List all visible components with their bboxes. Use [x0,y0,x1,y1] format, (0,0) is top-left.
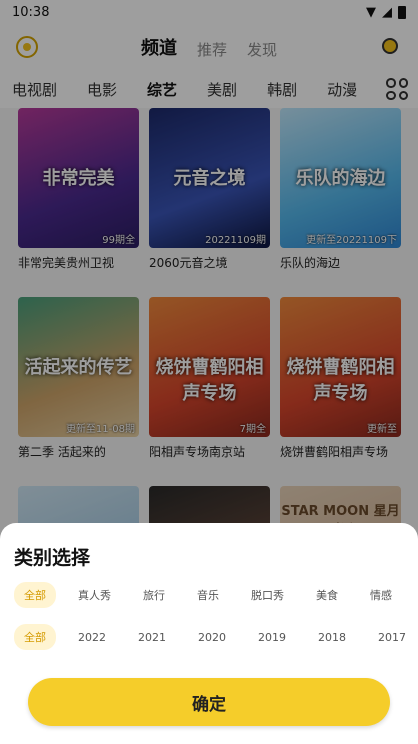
type-chip[interactable]: 音乐 [187,582,229,608]
sheet-title: 类别选择 [14,547,91,569]
year-chip[interactable]: 2021 [128,626,176,649]
type-chip[interactable]: 情感 [360,582,402,608]
confirm-button[interactable]: 确定 [28,678,390,726]
type-chip[interactable]: 真人秀 [68,582,121,608]
type-chip[interactable]: 旅行 [133,582,175,608]
category-select-sheet: 类别选择 全部 真人秀 旅行 音乐 脱口秀 美食 情感 全部 2022 2021… [0,523,418,744]
type-chip[interactable]: 脱口秀 [241,582,294,608]
year-chip-all[interactable]: 全部 [14,624,56,650]
year-chip[interactable]: 2019 [248,626,296,649]
type-chip-all[interactable]: 全部 [14,582,56,608]
year-chip-row: 全部 2022 2021 2020 2019 2018 2017 2016 [14,624,418,650]
year-chip[interactable]: 2018 [308,626,356,649]
year-chip[interactable]: 2017 [368,626,416,649]
year-chip[interactable]: 2020 [188,626,236,649]
year-chip[interactable]: 2022 [68,626,116,649]
type-chip[interactable]: 美食 [306,582,348,608]
type-chip-row: 全部 真人秀 旅行 音乐 脱口秀 美食 情感 [14,582,418,608]
